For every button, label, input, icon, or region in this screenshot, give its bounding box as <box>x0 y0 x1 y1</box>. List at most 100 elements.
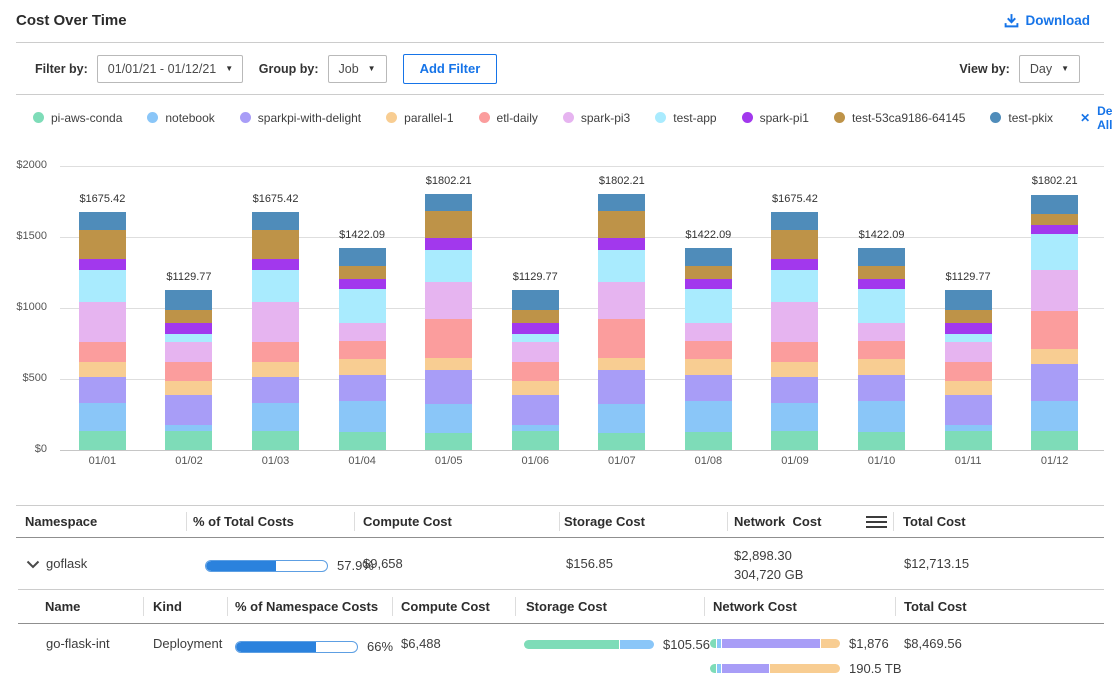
bar-segment-parallel-1[interactable] <box>771 362 818 377</box>
bar-segment-test-app[interactable] <box>685 289 732 323</box>
stacked-bar-01/11[interactable] <box>945 290 992 450</box>
bar-segment-spark-pi1[interactable] <box>512 323 559 335</box>
bar-segment-pi-aws-conda[interactable] <box>165 431 212 450</box>
stacked-bar-01/08[interactable] <box>685 248 732 450</box>
bar-segment-test-app[interactable] <box>425 250 472 282</box>
bar-segment-pi-aws-conda[interactable] <box>252 431 299 450</box>
bar-segment-parallel-1[interactable] <box>945 381 992 395</box>
bar-segment-pi-aws-conda[interactable] <box>685 432 732 450</box>
bar-segment-notebook[interactable] <box>1031 401 1078 431</box>
bar-segment-test-app[interactable] <box>252 270 299 302</box>
bar-segment-sparkpi-with-delight[interactable] <box>252 377 299 403</box>
bar-segment-etl-daily[interactable] <box>858 341 905 359</box>
legend-item-parallel-1[interactable]: parallel-1 <box>386 111 453 125</box>
bar-segment-spark-pi1[interactable] <box>598 238 645 250</box>
bar-segment-test-pkix[interactable] <box>339 248 386 266</box>
bar-segment-test-pkix[interactable] <box>685 248 732 266</box>
bar-segment-notebook[interactable] <box>252 403 299 431</box>
stacked-bar-01/12[interactable] <box>1031 195 1078 451</box>
stacked-bar-01/04[interactable] <box>339 248 386 450</box>
bar-segment-test-pkix[interactable] <box>945 290 992 310</box>
bar-segment-parallel-1[interactable] <box>165 381 212 395</box>
bar-segment-pi-aws-conda[interactable] <box>425 433 472 450</box>
bar-segment-sparkpi-with-delight[interactable] <box>79 377 126 403</box>
bar-segment-test-53ca9186-64145[interactable] <box>771 230 818 259</box>
bar-segment-parallel-1[interactable] <box>339 359 386 374</box>
bar-segment-spark-pi3[interactable] <box>165 342 212 362</box>
bar-segment-etl-daily[interactable] <box>685 341 732 359</box>
bar-segment-test-pkix[interactable] <box>771 212 818 230</box>
bar-segment-test-pkix[interactable] <box>252 212 299 230</box>
bar-segment-spark-pi3[interactable] <box>425 282 472 320</box>
bar-segment-spark-pi1[interactable] <box>1031 225 1078 234</box>
stacked-bar-01/09[interactable] <box>771 212 818 450</box>
bar-segment-sparkpi-with-delight[interactable] <box>945 395 992 425</box>
bar-segment-test-app[interactable] <box>858 289 905 323</box>
bar-segment-spark-pi1[interactable] <box>945 323 992 335</box>
bar-segment-notebook[interactable] <box>858 401 905 432</box>
bar-segment-notebook[interactable] <box>425 404 472 434</box>
stacked-bar-01/06[interactable] <box>512 290 559 450</box>
bar-segment-parallel-1[interactable] <box>685 359 732 374</box>
bar-segment-test-53ca9186-64145[interactable] <box>425 211 472 238</box>
bar-segment-spark-pi1[interactable] <box>685 279 732 289</box>
bar-segment-etl-daily[interactable] <box>771 342 818 362</box>
bar-segment-etl-daily[interactable] <box>79 342 126 362</box>
chevron-down-icon[interactable] <box>26 560 40 569</box>
bar-segment-spark-pi3[interactable] <box>339 323 386 341</box>
bar-segment-etl-daily[interactable] <box>165 362 212 381</box>
bar-segment-test-53ca9186-64145[interactable] <box>512 310 559 323</box>
bar-segment-sparkpi-with-delight[interactable] <box>1031 364 1078 401</box>
bar-segment-test-53ca9186-64145[interactable] <box>339 266 386 279</box>
bar-segment-pi-aws-conda[interactable] <box>79 431 126 450</box>
bar-segment-pi-aws-conda[interactable] <box>339 432 386 450</box>
bar-segment-test-53ca9186-64145[interactable] <box>598 211 645 238</box>
bar-segment-sparkpi-with-delight[interactable] <box>512 395 559 425</box>
bar-segment-spark-pi1[interactable] <box>165 323 212 335</box>
bar-segment-test-app[interactable] <box>512 334 559 342</box>
bar-segment-parallel-1[interactable] <box>79 362 126 377</box>
bar-segment-spark-pi3[interactable] <box>512 342 559 362</box>
namespace-row-goflask[interactable]: goflask 57.9% $9,658 $156.85 $2,898.30 3… <box>0 538 1112 589</box>
bar-segment-notebook[interactable] <box>771 403 818 431</box>
bar-segment-etl-daily[interactable] <box>598 319 645 357</box>
legend-item-spark-pi1[interactable]: spark-pi1 <box>742 111 809 125</box>
bar-segment-etl-daily[interactable] <box>252 342 299 362</box>
stacked-bar-01/03[interactable] <box>252 212 299 450</box>
bar-segment-test-pkix[interactable] <box>512 290 559 310</box>
bar-segment-test-53ca9186-64145[interactable] <box>858 266 905 279</box>
bar-segment-spark-pi1[interactable] <box>252 259 299 270</box>
download-button[interactable]: Download <box>1004 13 1091 28</box>
bar-segment-spark-pi3[interactable] <box>945 342 992 362</box>
add-filter-button[interactable]: Add Filter <box>403 54 498 84</box>
bar-segment-parallel-1[interactable] <box>1031 349 1078 363</box>
bar-segment-etl-daily[interactable] <box>945 362 992 381</box>
bar-segment-sparkpi-with-delight[interactable] <box>165 395 212 425</box>
stacked-bar-01/10[interactable] <box>858 248 905 450</box>
bar-segment-spark-pi1[interactable] <box>339 279 386 289</box>
bar-segment-test-pkix[interactable] <box>79 212 126 230</box>
bar-segment-test-pkix[interactable] <box>1031 195 1078 215</box>
bar-segment-sparkpi-with-delight[interactable] <box>425 370 472 404</box>
bar-segment-test-53ca9186-64145[interactable] <box>685 266 732 279</box>
bar-segment-spark-pi3[interactable] <box>252 302 299 341</box>
bar-segment-spark-pi1[interactable] <box>771 259 818 270</box>
bar-segment-spark-pi1[interactable] <box>79 259 126 270</box>
bar-segment-parallel-1[interactable] <box>598 358 645 370</box>
bar-segment-pi-aws-conda[interactable] <box>771 431 818 450</box>
bar-segment-spark-pi3[interactable] <box>1031 270 1078 311</box>
stacked-bar-01/02[interactable] <box>165 290 212 450</box>
bar-segment-notebook[interactable] <box>685 401 732 432</box>
bar-segment-pi-aws-conda[interactable] <box>945 431 992 450</box>
bar-segment-etl-daily[interactable] <box>512 362 559 381</box>
bar-segment-test-app[interactable] <box>339 289 386 323</box>
bar-segment-notebook[interactable] <box>79 403 126 431</box>
legend-item-spark-pi3[interactable]: spark-pi3 <box>563 111 630 125</box>
legend-item-sparkpi-with-delight[interactable]: sparkpi-with-delight <box>240 111 361 125</box>
bar-segment-test-app[interactable] <box>79 270 126 302</box>
bar-segment-spark-pi3[interactable] <box>79 302 126 341</box>
bar-segment-test-53ca9186-64145[interactable] <box>252 230 299 259</box>
group-by-select[interactable]: Job ▼ <box>328 55 387 83</box>
bar-segment-test-53ca9186-64145[interactable] <box>79 230 126 259</box>
bar-segment-sparkpi-with-delight[interactable] <box>858 375 905 401</box>
